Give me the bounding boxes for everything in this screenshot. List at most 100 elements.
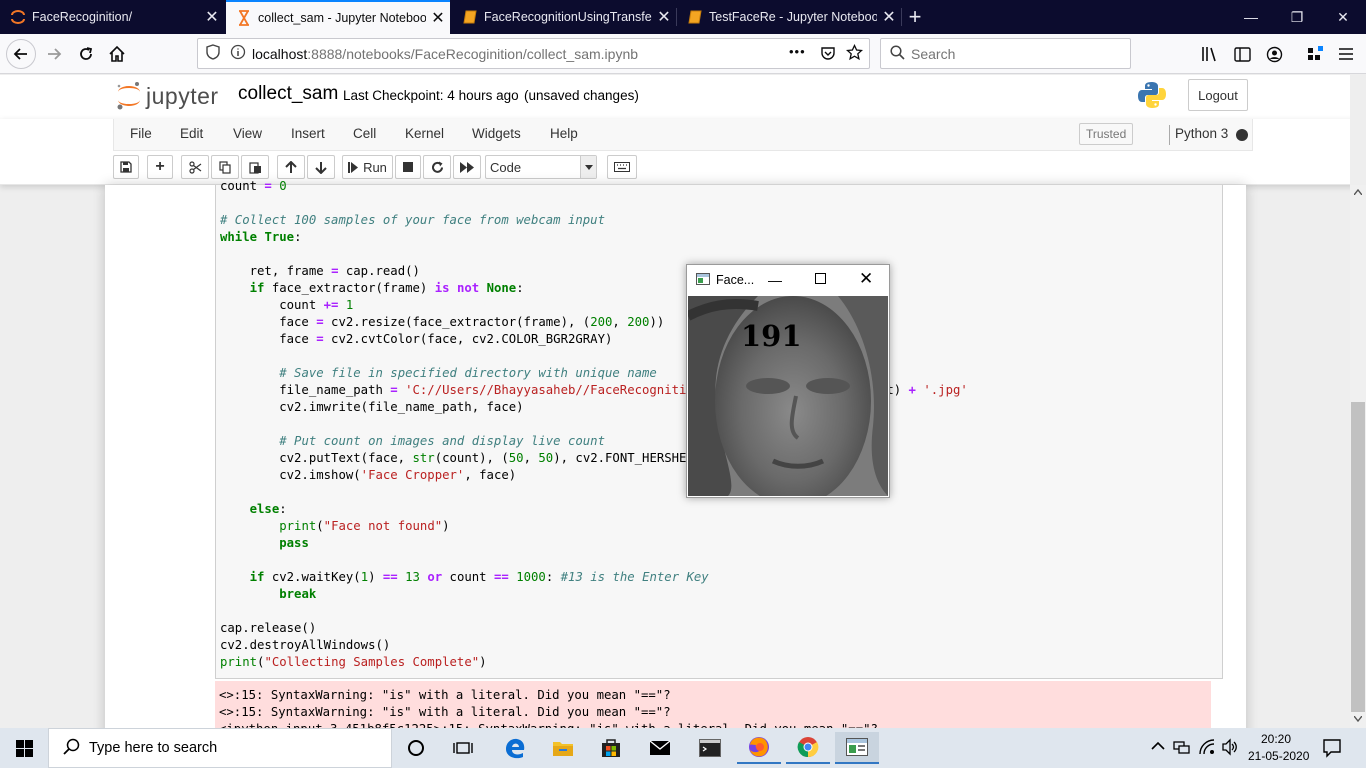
volume-icon[interactable]: [1221, 738, 1239, 759]
forward-button[interactable]: [40, 40, 68, 68]
minimize-button[interactable]: —: [1228, 0, 1274, 34]
code-line[interactable]: [220, 246, 968, 263]
code-line[interactable]: break: [220, 586, 968, 603]
mail-button[interactable]: [638, 732, 682, 764]
library-button[interactable]: [1196, 40, 1224, 68]
logout-button[interactable]: Logout: [1188, 79, 1248, 111]
copy-button[interactable]: [211, 155, 239, 179]
start-button[interactable]: [2, 732, 46, 764]
extensions-button[interactable]: [1302, 40, 1330, 68]
restore-button[interactable]: ❐: [1274, 0, 1320, 34]
browser-search-box[interactable]: [880, 38, 1131, 69]
clock-time[interactable]: 20:20: [1261, 732, 1291, 746]
new-tab-button[interactable]: +: [893, 0, 937, 34]
network-icon[interactable]: [1173, 739, 1191, 758]
close-window-button[interactable]: ✕: [1320, 0, 1366, 34]
code-line[interactable]: cv2.destroyAllWindows(): [220, 637, 968, 654]
store-button[interactable]: [589, 732, 633, 764]
code-line[interactable]: [220, 552, 968, 569]
cortana-button[interactable]: [394, 732, 438, 764]
sidebar-button[interactable]: [1228, 40, 1256, 68]
scrollbar-thumb[interactable]: [1351, 402, 1365, 712]
firefox-button[interactable]: [737, 732, 781, 764]
code-line[interactable]: [220, 195, 968, 212]
chevron-up-icon[interactable]: [1151, 739, 1165, 754]
menu-view[interactable]: View: [233, 126, 262, 141]
code-line[interactable]: print("Collecting Samples Complete"): [220, 654, 968, 671]
paste-button[interactable]: [241, 155, 269, 179]
jupyter-page: jupyter collect_sam Last Checkpoint: 4 h…: [0, 75, 1350, 728]
menu-cell[interactable]: Cell: [353, 126, 376, 141]
save-button[interactable]: [113, 155, 139, 179]
command-palette-button[interactable]: [607, 155, 637, 179]
move-up-button[interactable]: [277, 155, 305, 179]
edge-button[interactable]: [493, 732, 537, 764]
close-icon[interactable]: ✕: [652, 7, 676, 27]
menu-kernel[interactable]: Kernel: [405, 126, 444, 141]
code-line[interactable]: print("Face not found"): [220, 518, 968, 535]
restart-run-all-button[interactable]: [453, 155, 481, 179]
interrupt-kernel-button[interactable]: [395, 155, 421, 179]
scroll-down-icon[interactable]: [1354, 716, 1362, 722]
page-actions-button[interactable]: •••: [789, 44, 806, 59]
notebook-name[interactable]: collect_sam: [238, 83, 338, 105]
shield-icon[interactable]: [206, 44, 220, 63]
taskbar-search[interactable]: Type here to search: [48, 728, 392, 768]
face-cropper-window[interactable]: Face... — ✕ 191: [686, 264, 890, 498]
menu-file[interactable]: File: [130, 126, 152, 141]
code-line[interactable]: else:: [220, 501, 968, 518]
chrome-button[interactable]: [786, 732, 830, 764]
move-down-button[interactable]: [307, 155, 335, 179]
bookmark-star-icon[interactable]: [845, 43, 864, 64]
browser-search-input[interactable]: [911, 45, 1111, 62]
code-line[interactable]: [220, 603, 968, 620]
open-menu-button[interactable]: [1332, 40, 1360, 68]
cmd-button[interactable]: [688, 732, 732, 764]
url-bar[interactable]: localhost:8888/notebooks/FaceRecoginitio…: [197, 38, 870, 69]
python-window-button[interactable]: [835, 732, 879, 764]
code-line[interactable]: cap.release(): [220, 620, 968, 637]
minimize-icon[interactable]: —: [768, 272, 782, 288]
notification-icon[interactable]: [1322, 738, 1342, 761]
menu-widgets[interactable]: Widgets: [472, 126, 521, 141]
insert-cell-button[interactable]: +: [147, 155, 173, 179]
task-view-button[interactable]: [441, 732, 485, 764]
file-explorer-button[interactable]: [541, 732, 585, 764]
cut-button[interactable]: [181, 155, 209, 179]
close-icon[interactable]: ✕: [426, 8, 450, 28]
back-button[interactable]: [6, 39, 36, 69]
tab-title: FaceRecognitionUsingTransferLearning: [484, 10, 652, 24]
code-line[interactable]: # Collect 100 samples of your face from …: [220, 212, 968, 229]
account-button[interactable]: [1260, 40, 1288, 68]
app-window-icon: [696, 272, 710, 288]
close-icon[interactable]: ✕: [859, 269, 873, 289]
restart-kernel-button[interactable]: [423, 155, 451, 179]
menu-help[interactable]: Help: [550, 126, 578, 141]
tab-facerecoginition[interactable]: FaceRecoginition/ ✕: [0, 0, 224, 34]
code-line[interactable]: pass: [220, 535, 968, 552]
code-line[interactable]: if cv2.waitKey(1) == 13 or count == 1000…: [220, 569, 968, 586]
run-button[interactable]: Run: [342, 155, 393, 179]
cortana-icon: [408, 740, 424, 756]
tab-testfacere[interactable]: TestFaceRe - Jupyter Notebook ✕: [677, 0, 901, 34]
wifi-icon[interactable]: [1198, 738, 1216, 759]
trusted-indicator[interactable]: Trusted: [1079, 123, 1134, 145]
tab-collect-sam[interactable]: collect_sam - Jupyter Notebook ✕: [226, 0, 450, 34]
close-icon[interactable]: ✕: [200, 7, 224, 27]
face-cropper-titlebar[interactable]: Face... — ✕: [687, 265, 889, 295]
reload-button[interactable]: [72, 40, 100, 68]
code-line[interactable]: count = 0: [220, 178, 968, 195]
menu-edit[interactable]: Edit: [180, 126, 203, 141]
cell-type-select[interactable]: Code: [485, 155, 597, 179]
firefox-icon: [749, 737, 769, 757]
scroll-up-icon[interactable]: [1354, 189, 1362, 195]
info-icon[interactable]: [230, 44, 246, 63]
clock-date[interactable]: 21-05-2020: [1248, 749, 1309, 763]
maximize-icon[interactable]: [815, 273, 826, 284]
menu-insert[interactable]: Insert: [291, 126, 325, 141]
pocket-icon[interactable]: [820, 45, 836, 64]
jupyter-logo[interactable]: jupyter: [116, 81, 219, 111]
tab-facerecognition-transfer[interactable]: FaceRecognitionUsingTransferLearning ✕: [452, 0, 676, 34]
home-button[interactable]: [103, 40, 131, 68]
code-line[interactable]: while True:: [220, 229, 968, 246]
